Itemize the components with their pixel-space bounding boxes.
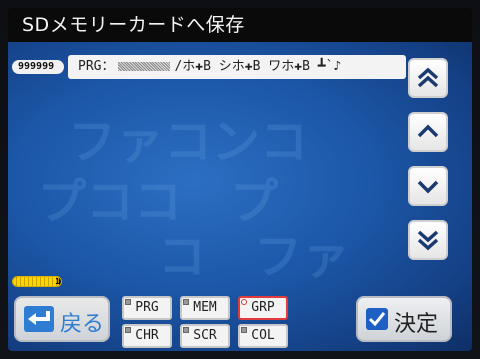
- storage-progress-bar: 1: [12, 276, 62, 287]
- tab-grp[interactable]: GRP: [238, 296, 288, 320]
- confirm-button-label: 決定: [394, 312, 439, 337]
- tab-label: CHR: [135, 328, 159, 343]
- tab-mem[interactable]: MEM: [180, 296, 230, 320]
- tab-label: COL: [251, 328, 275, 343]
- tab-label: SCR: [193, 328, 217, 343]
- free-space-counter: 999999: [12, 60, 64, 74]
- back-button[interactable]: 戻る: [14, 296, 110, 342]
- tab-flag-icon: [241, 299, 247, 305]
- file-browser-area: ファコンコ プココ プ コ ファ 999999 PRG： /ホ✚B シホ✚B ワホ…: [8, 42, 472, 351]
- confirm-button[interactable]: 決定: [356, 296, 452, 342]
- screen: SDメモリーカードへ保存 ファコンコ プココ プ コ ファ 999999 PRG…: [8, 8, 472, 351]
- filename-field[interactable]: PRG： /ホ✚B シホ✚B ワホ✚B ┻`♪: [68, 55, 406, 79]
- file-name: /ホ✚B シホ✚B ワホ✚B ┻`♪: [174, 59, 342, 74]
- back-button-label: 戻る: [60, 312, 105, 337]
- tab-prg[interactable]: PRG: [122, 296, 172, 320]
- return-arrow-icon: [24, 306, 54, 332]
- dither-pattern: [118, 62, 171, 71]
- page-down-button[interactable]: [408, 220, 448, 260]
- tab-flag-icon: [183, 299, 189, 305]
- tab-label: MEM: [193, 300, 217, 315]
- tab-flag-icon: [125, 299, 131, 305]
- tab-label: PRG: [135, 300, 159, 315]
- scroll-down-button[interactable]: [408, 166, 448, 206]
- page-up-button[interactable]: [408, 58, 448, 98]
- window-title: SDメモリーカードへ保存: [8, 8, 472, 42]
- chevron-up-icon: [417, 124, 439, 138]
- tab-flag-icon: [183, 327, 189, 333]
- chevron-down-icon: [417, 180, 439, 194]
- tab-label: GRP: [251, 300, 275, 315]
- file-type-prefix: PRG：: [78, 59, 115, 74]
- background-decoration: コ ファ: [158, 229, 351, 285]
- tab-flag-icon: [125, 327, 131, 333]
- background-decoration: プココ プ: [38, 174, 279, 230]
- progress-label: 1: [55, 277, 60, 286]
- tab-col[interactable]: COL: [238, 324, 288, 348]
- tab-flag-icon: [241, 327, 247, 333]
- scroll-up-button[interactable]: [408, 112, 448, 152]
- file-type-tabs: PRG MEM GRP CHR SCR COL: [122, 292, 292, 348]
- double-chevron-up-icon: [417, 67, 439, 88]
- tab-chr[interactable]: CHR: [122, 324, 172, 348]
- double-chevron-down-icon: [417, 230, 439, 251]
- progress-fill: [13, 277, 59, 286]
- tab-scr[interactable]: SCR: [180, 324, 230, 348]
- background-decoration: ファコンコ: [68, 114, 309, 170]
- checkbox-icon: [366, 308, 388, 330]
